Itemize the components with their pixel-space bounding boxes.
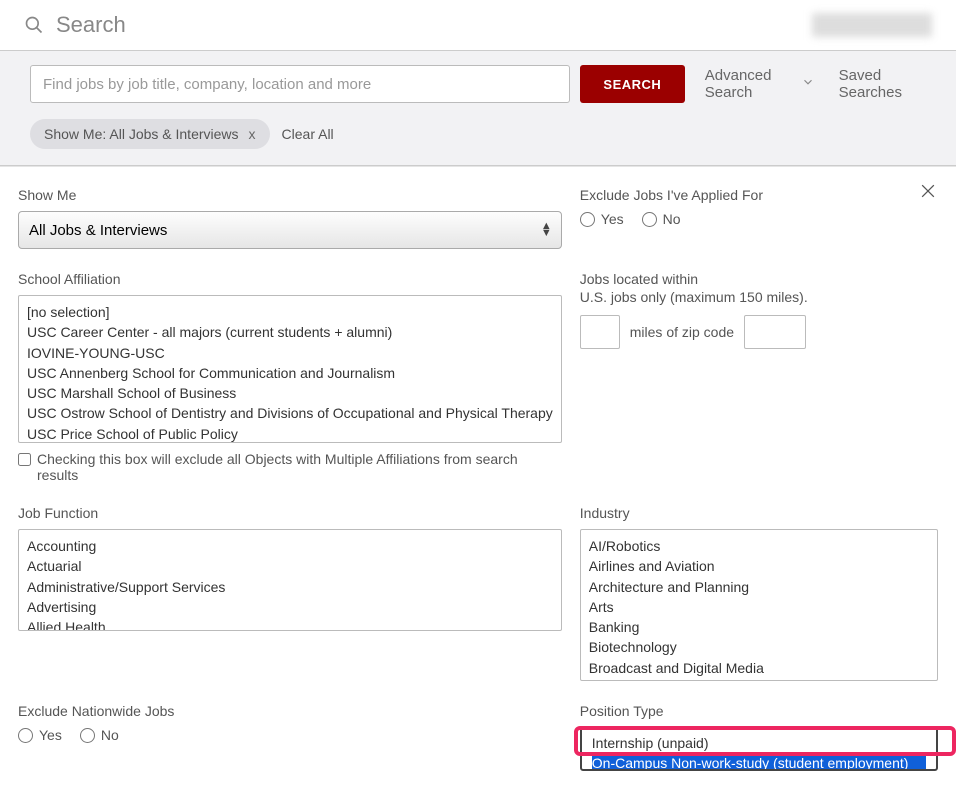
position-type-section: Position Type Internship (unpaid)On-Camp… xyxy=(580,703,938,771)
job-function-listbox[interactable]: AccountingActuarialAdministrative/Suppor… xyxy=(18,529,562,631)
exclude-nationwide-label: Exclude Nationwide Jobs xyxy=(18,703,562,719)
industry-label: Industry xyxy=(580,505,938,521)
position-type-label: Position Type xyxy=(580,703,938,719)
exclude-nationwide-section: Exclude Nationwide Jobs Yes No xyxy=(18,703,562,771)
miles-text: miles of zip code xyxy=(630,324,734,340)
school-affiliation-listbox[interactable]: [no selection]USC Career Center - all ma… xyxy=(18,295,562,443)
list-item[interactable]: Allied Health xyxy=(27,617,553,631)
close-icon[interactable] xyxy=(918,181,938,204)
list-item[interactable]: Advertising xyxy=(27,597,553,617)
school-affiliation-section: School Affiliation [no selection]USC Car… xyxy=(18,271,562,483)
saved-searches-link[interactable]: Saved Searches xyxy=(839,67,926,101)
list-item[interactable]: Biotechnology xyxy=(589,637,929,657)
active-filter-pill: Show Me: All Jobs & Interviews x xyxy=(30,119,270,149)
school-affiliation-label: School Affiliation xyxy=(18,271,562,287)
exclude-multi-affiliation-label: Checking this box will exclude all Objec… xyxy=(37,451,562,483)
list-item[interactable]: USC Marshall School of Business xyxy=(27,383,553,403)
show-me-section: Show Me All Jobs & Interviews ▲▼ xyxy=(18,187,562,249)
list-item[interactable]: Actuarial xyxy=(27,556,553,576)
job-function-section: Job Function AccountingActuarialAdminist… xyxy=(18,505,562,681)
show-me-label: Show Me xyxy=(18,187,562,203)
search-icon xyxy=(24,15,44,35)
list-item[interactable]: On-Campus Non-work-study (student employ… xyxy=(592,753,926,771)
list-item[interactable]: Administrative/Support Services xyxy=(27,577,553,597)
jobs-within-section: Jobs located within U.S. jobs only (maxi… xyxy=(580,271,938,483)
advanced-search-label: Advanced Search xyxy=(705,67,795,101)
industry-section: Industry AI/RoboticsAirlines and Aviatio… xyxy=(580,505,938,681)
clear-all-link[interactable]: Clear All xyxy=(282,126,334,142)
list-item[interactable]: Broadcast and Digital Media xyxy=(589,658,929,678)
list-item[interactable]: USC Annenberg School for Communication a… xyxy=(27,363,553,383)
filter-pill-label: Show Me: All Jobs & Interviews xyxy=(44,126,239,142)
industry-listbox[interactable]: AI/RoboticsAirlines and AviationArchitec… xyxy=(580,529,938,681)
position-type-listbox[interactable]: Internship (unpaid)On-Campus Non-work-st… xyxy=(580,727,938,771)
list-item[interactable]: Internship (unpaid) xyxy=(592,733,926,753)
jobs-within-label: Jobs located within xyxy=(580,271,938,287)
list-item[interactable]: USC Ostrow School of Dentistry and Divis… xyxy=(27,403,553,423)
avatar[interactable] xyxy=(812,13,932,37)
list-item[interactable]: USC Price School of Public Policy xyxy=(27,424,553,443)
list-item[interactable]: Architecture and Planning xyxy=(589,577,929,597)
list-item[interactable]: IOVINE-YOUNG-USC xyxy=(27,343,553,363)
list-item[interactable]: Accounting xyxy=(27,536,553,556)
miles-input[interactable] xyxy=(580,315,620,349)
chevron-down-icon xyxy=(801,75,815,93)
exclude-nationwide-yes[interactable]: Yes xyxy=(18,727,62,743)
exclude-applied-yes[interactable]: Yes xyxy=(580,211,624,227)
list-item[interactable]: USC Career Center - all majors (current … xyxy=(27,322,553,342)
advanced-search-link[interactable]: Advanced Search xyxy=(705,67,815,101)
exclude-nationwide-no[interactable]: No xyxy=(80,727,119,743)
exclude-multi-affiliation-checkbox[interactable] xyxy=(18,453,31,466)
job-function-label: Job Function xyxy=(18,505,562,521)
jobs-within-help: U.S. jobs only (maximum 150 miles). xyxy=(580,289,938,305)
global-search-label[interactable]: Search xyxy=(56,12,126,38)
exclude-applied-section: Exclude Jobs I've Applied For Yes No xyxy=(580,187,938,249)
list-item[interactable]: Airlines and Aviation xyxy=(589,556,929,576)
search-button[interactable]: SEARCH xyxy=(580,65,685,103)
exclude-applied-label: Exclude Jobs I've Applied For xyxy=(580,187,938,203)
search-subbar: SEARCH Advanced Search Saved Searches Sh… xyxy=(0,51,956,166)
filter-panel: Show Me All Jobs & Interviews ▲▼ Exclude… xyxy=(0,166,956,801)
topbar: Search xyxy=(0,0,956,51)
list-item[interactable]: Banking xyxy=(589,617,929,637)
job-search-input[interactable] xyxy=(30,65,570,103)
show-me-select[interactable]: All Jobs & Interviews xyxy=(18,211,562,249)
list-item[interactable]: Arts xyxy=(589,597,929,617)
list-item[interactable]: [no selection] xyxy=(27,302,553,322)
zip-input[interactable] xyxy=(744,315,806,349)
exclude-applied-no[interactable]: No xyxy=(642,211,681,227)
list-item[interactable]: AI/Robotics xyxy=(589,536,929,556)
list-item[interactable]: Child Care xyxy=(589,678,929,681)
remove-filter-icon[interactable]: x xyxy=(249,126,256,142)
